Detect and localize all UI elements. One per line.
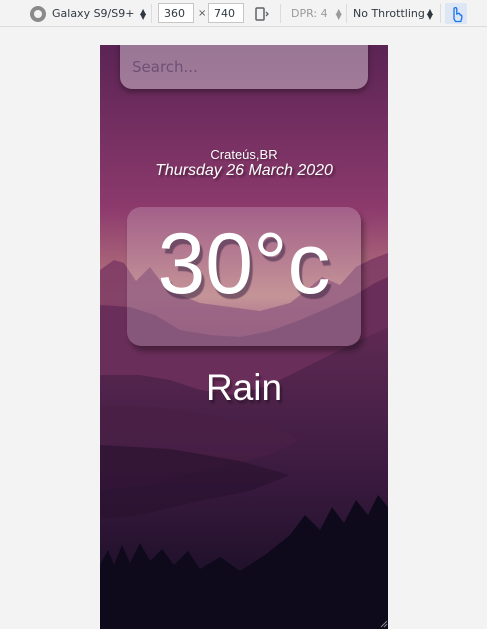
width-input[interactable]: 360 xyxy=(158,3,194,23)
device-toolbar: Galaxy S9/S9+ ▲ ▼ 360 × 740 DPR: 4 ▲ ▼ No … xyxy=(0,0,487,27)
device-select[interactable]: Galaxy S9/S9+ xyxy=(52,0,134,27)
dropdown-arrows-icon: ▲ ▼ xyxy=(335,6,342,21)
touch-icon xyxy=(453,7,463,23)
divider xyxy=(280,4,281,23)
throttling-select[interactable]: No Throttling ▲ ▼ xyxy=(353,0,433,27)
resize-handle-icon[interactable] xyxy=(380,620,388,628)
weather-condition: Rain xyxy=(205,367,283,408)
height-input[interactable]: 740 xyxy=(208,3,244,23)
times-sign: × xyxy=(198,8,207,19)
rotate-icon[interactable] xyxy=(254,6,270,22)
divider xyxy=(440,4,441,23)
device-name-label: Galaxy S9/S9+ xyxy=(52,7,134,20)
divider xyxy=(151,4,152,23)
temperature-value: 30°c xyxy=(157,216,331,312)
device-viewport: Crateús,BR Thursday 26 March 2020 30°c R… xyxy=(100,45,388,629)
date-label: Thursday 26 March 2020 xyxy=(155,162,333,179)
dropdown-arrows-icon: ▲ ▼ xyxy=(426,6,434,21)
location-label: Crateús,BR xyxy=(210,147,278,162)
touch-toggle-button[interactable] xyxy=(445,3,467,24)
divider xyxy=(346,4,347,23)
device-dropdown-arrows-icon[interactable]: ▲ ▼ xyxy=(138,0,146,27)
search-input[interactable] xyxy=(120,45,368,89)
device-chrome-icon xyxy=(30,6,46,22)
dpr-select[interactable]: DPR: 4 ▲ ▼ xyxy=(291,0,342,27)
